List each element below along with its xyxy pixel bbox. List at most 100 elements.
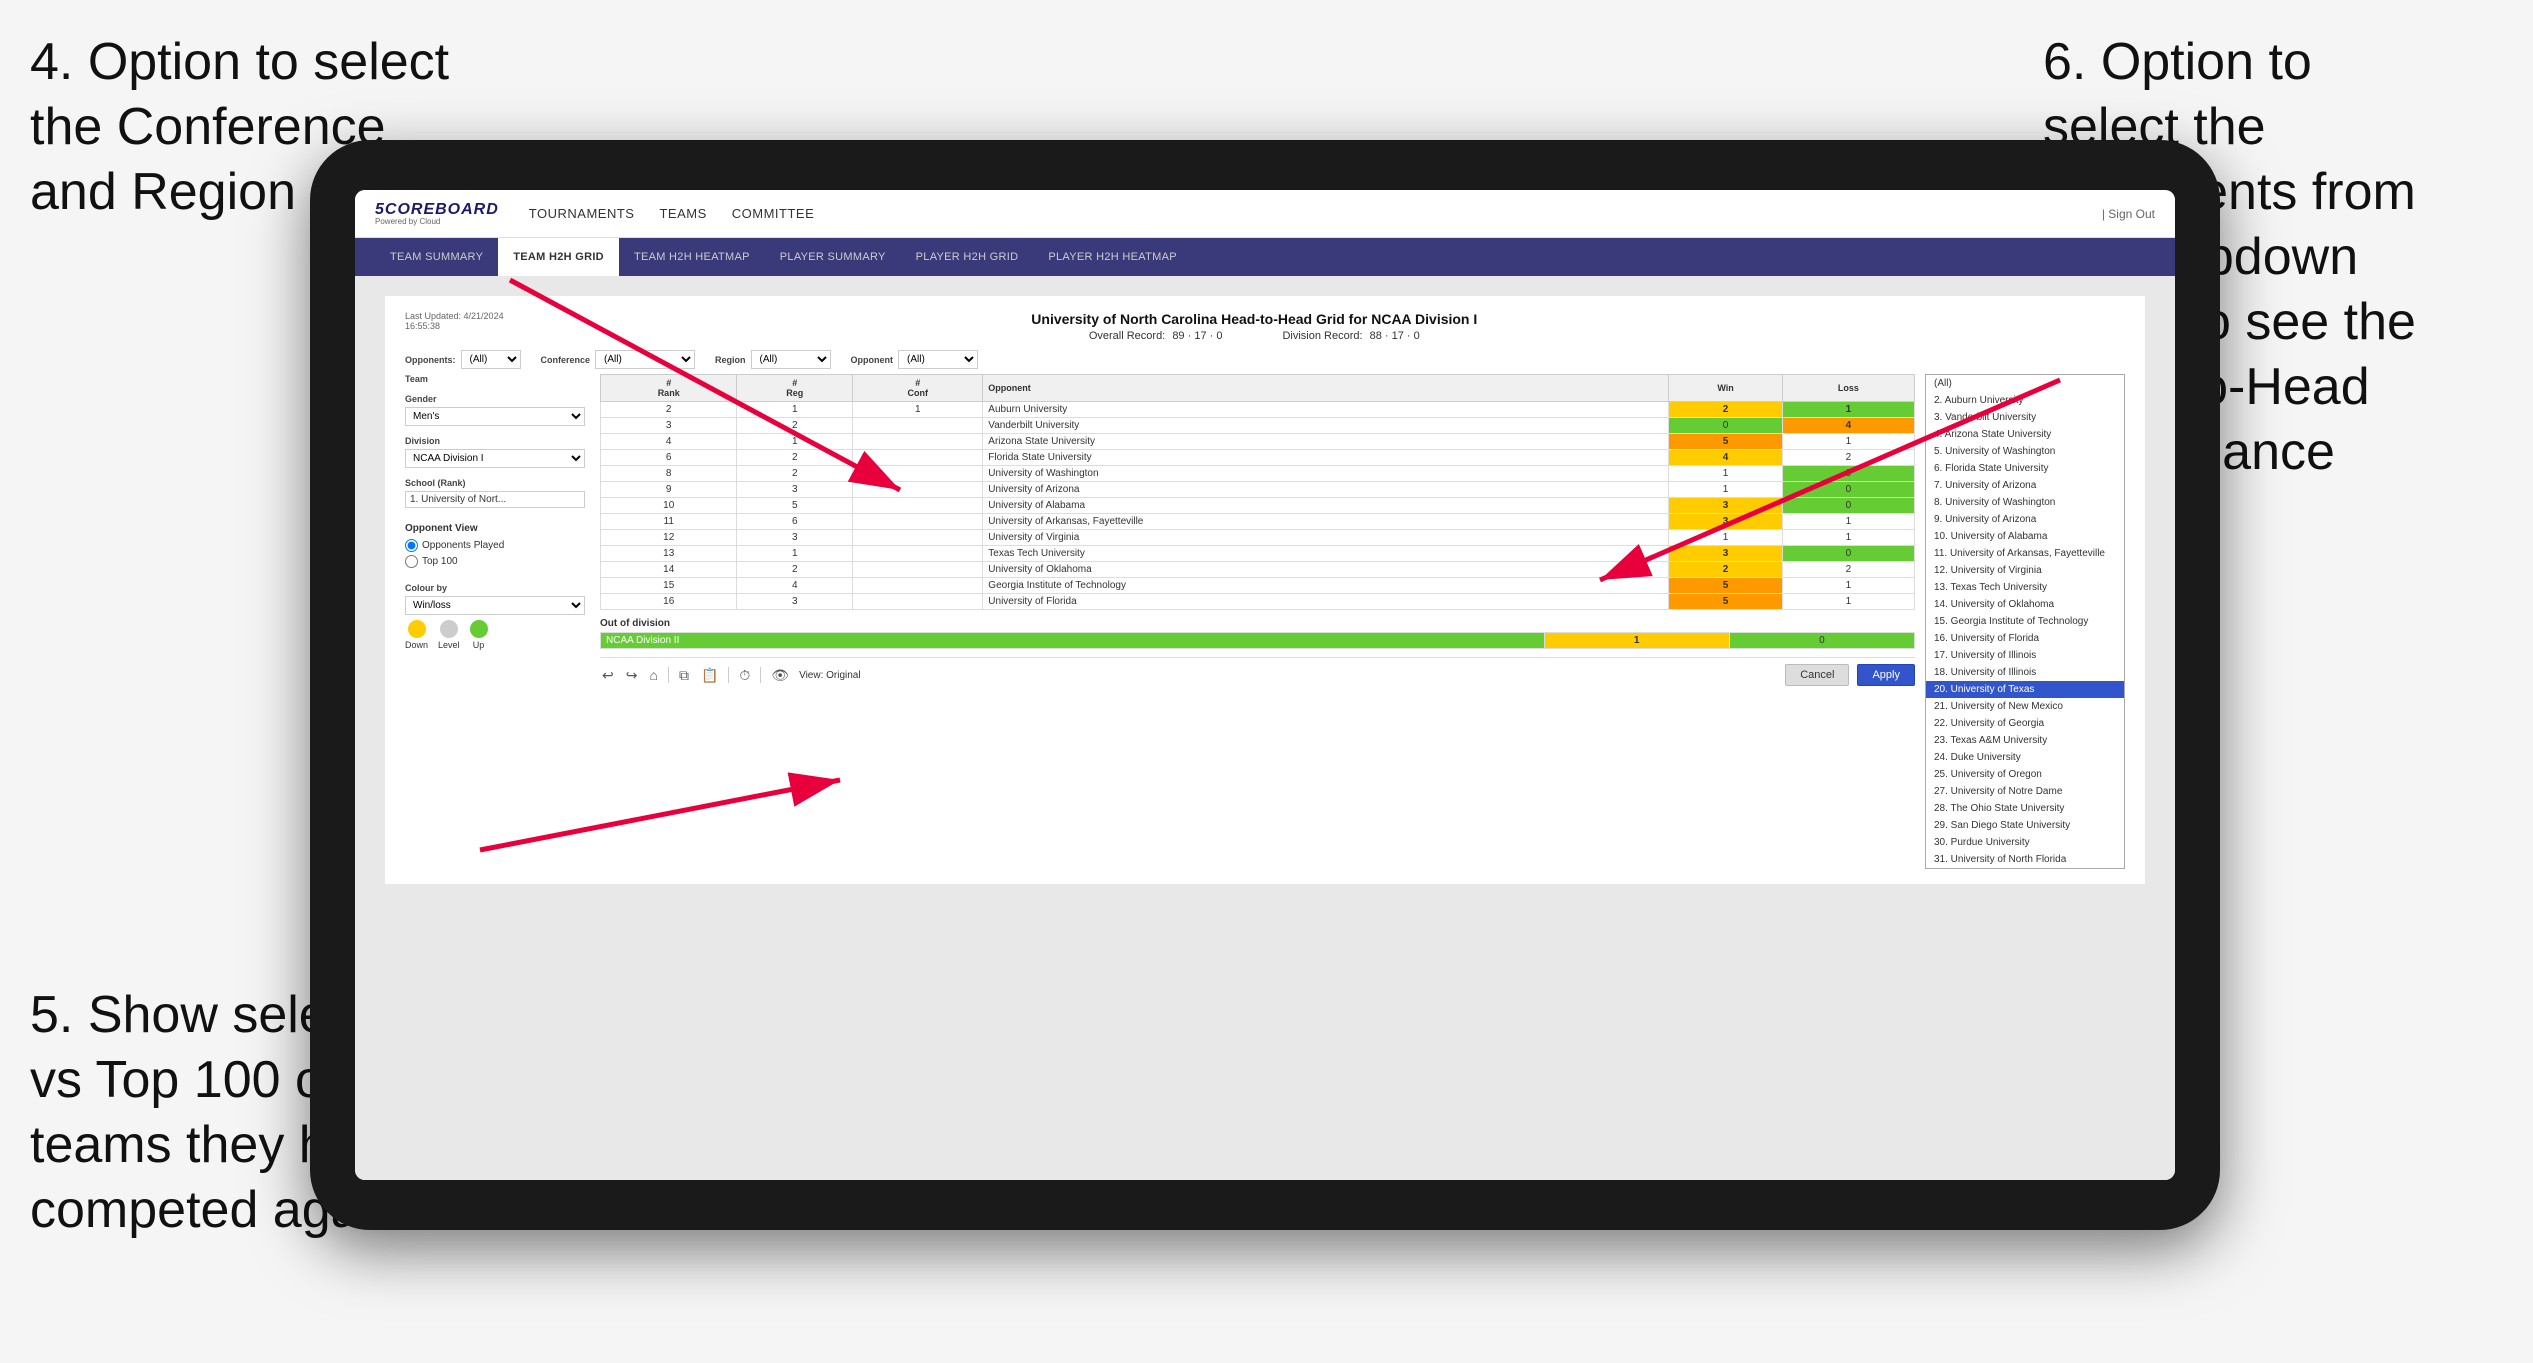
radio-top100[interactable]: Top 100 (405, 555, 585, 568)
data-table: #Rank #Reg #Conf Opponent Win Loss (600, 374, 1915, 610)
sidebar-division-section: Division NCAA Division I (405, 436, 585, 468)
table-row: 163University of Florida51 (601, 594, 1915, 610)
tablet-screen: 5COREBOARD Powered by Cloud TOURNAMENTS … (355, 190, 2175, 1180)
dropdown-item[interactable]: 13. Texas Tech University (1926, 579, 2124, 596)
report-meta: Last Updated: 4/21/2024 16:55:38 (405, 311, 504, 331)
table-header-row: #Rank #Reg #Conf Opponent Win Loss (601, 375, 1915, 402)
nav-signout[interactable]: | Sign Out (2102, 207, 2155, 221)
table-head: #Rank #Reg #Conf Opponent Win Loss (601, 375, 1915, 402)
toolbar-paste[interactable]: 📋 (699, 665, 720, 686)
out-division-table: NCAA Division II 1 0 (600, 632, 1915, 649)
subnav-player-summary[interactable]: PLAYER SUMMARY (765, 238, 901, 276)
subnav-team-h2h-heatmap[interactable]: TEAM H2H HEATMAP (619, 238, 765, 276)
dropdown-item[interactable]: 16. University of Florida (1926, 630, 2124, 647)
gender-select[interactable]: Men's (405, 407, 585, 426)
opponents-select[interactable]: (All) (461, 350, 521, 369)
cancel-button[interactable]: Cancel (1785, 664, 1849, 686)
subnav-team-h2h-grid[interactable]: TEAM H2H GRID (498, 238, 619, 276)
opponent-view-section: Opponent View Opponents Played Top 100 (405, 523, 585, 568)
dropdown-item[interactable]: (All) (1926, 375, 2124, 392)
col-loss: Loss (1782, 375, 1914, 402)
dropdown-item[interactable]: 30. Purdue University (1926, 834, 2124, 851)
dropdown-item[interactable]: 9. University of Arizona (1926, 511, 2124, 528)
dropdown-item[interactable]: 7. University of Arizona (1926, 477, 2124, 494)
dropdown-item[interactable]: 20. University of Texas (1926, 681, 2124, 698)
legend-down-label: Down (405, 640, 428, 650)
col-conf: #Conf (853, 375, 983, 402)
school-input[interactable] (405, 491, 585, 508)
toolbar-copy[interactable]: ⧉ (677, 665, 691, 686)
table-row: 123University of Virginia11 (601, 530, 1915, 546)
legend-up-label: Up (473, 640, 485, 650)
dropdown-item[interactable]: 22. University of Georgia (1926, 715, 2124, 732)
sidebar-team-label: Team (405, 374, 585, 384)
dropdown-item[interactable]: 27. University of Notre Dame (1926, 783, 2124, 800)
dropdown-item[interactable]: 4. Arizona State University (1926, 426, 2124, 443)
radio-top100-label: Top 100 (422, 556, 458, 567)
logo: 5COREBOARD Powered by Cloud (375, 202, 499, 226)
radio-opponents-played[interactable]: Opponents Played (405, 539, 585, 552)
dropdown-item[interactable]: 6. Florida State University (1926, 460, 2124, 477)
toolbar-view-icon[interactable]: 👁 (769, 665, 791, 686)
dropdown-item[interactable]: 23. Texas A&M University (1926, 732, 2124, 749)
colour-by-label: Colour by (405, 583, 585, 593)
subnav-player-h2h-heatmap[interactable]: PLAYER H2H HEATMAP (1033, 238, 1191, 276)
legend-down-circle (408, 620, 426, 638)
dropdown-item[interactable]: 3. Vanderbilt University (1926, 409, 2124, 426)
dropdown-item[interactable]: 18. University of Illinois (1926, 664, 2124, 681)
toolbar-view-label: View: Original (799, 670, 861, 681)
dropdown-item[interactable]: 21. University of New Mexico (1926, 698, 2124, 715)
dropdown-item[interactable]: 8. University of Washington (1926, 494, 2124, 511)
sidebar-school-label: School (Rank) (405, 478, 585, 488)
filters-row: Opponents: (All) Conference (All) Region… (405, 350, 2125, 369)
toolbar-sep3 (760, 667, 761, 683)
opponent-view-title: Opponent View (405, 523, 585, 534)
table-row: 32Vanderbilt University04 (601, 418, 1915, 434)
nav-tournaments[interactable]: TOURNAMENTS (529, 201, 635, 226)
logo-sub: Powered by Cloud (375, 218, 499, 226)
table-row: 62Florida State University42 (601, 450, 1915, 466)
table-row: 105University of Alabama30 (601, 498, 1915, 514)
dropdown-item[interactable]: 25. University of Oregon (1926, 766, 2124, 783)
nav-teams[interactable]: TEAMS (659, 201, 706, 226)
radio-opponents-played-input[interactable] (405, 539, 418, 552)
dropdown-item[interactable]: 11. University of Arkansas, Fayetteville (1926, 545, 2124, 562)
opponent-filter-select[interactable]: (All) (898, 350, 978, 369)
dropdown-item[interactable]: 10. University of Alabama (1926, 528, 2124, 545)
toolbar-undo[interactable]: ↩ (600, 665, 616, 686)
conference-select[interactable]: (All) (595, 350, 695, 369)
region-label: Region (715, 355, 746, 365)
region-select[interactable]: (All) (751, 350, 831, 369)
dropdown-item[interactable]: 29. San Diego State University (1926, 817, 2124, 834)
subnav-team-summary[interactable]: TEAM SUMMARY (375, 238, 498, 276)
dropdown-item[interactable]: 28. The Ohio State University (1926, 800, 2124, 817)
dropdown-item[interactable]: 14. University of Oklahoma (1926, 596, 2124, 613)
opponents-label: Opponents: (405, 355, 456, 365)
dropdown-item[interactable]: 17. University of Illinois (1926, 647, 2124, 664)
col-reg: #Reg (737, 375, 853, 402)
toolbar-clock[interactable]: ⏱ (737, 665, 752, 686)
main-content: Last Updated: 4/21/2024 16:55:38 Univers… (355, 276, 2175, 1180)
dropdown-item[interactable]: 24. Duke University (1926, 749, 2124, 766)
nav-committee[interactable]: COMMITTEE (732, 201, 815, 226)
radio-opponents-played-label: Opponents Played (422, 540, 504, 551)
dropdown-item[interactable]: 15. Georgia Institute of Technology (1926, 613, 2124, 630)
subnav-player-h2h-grid[interactable]: PLAYER H2H GRID (901, 238, 1034, 276)
radio-group: Opponents Played Top 100 (405, 539, 585, 568)
apply-button[interactable]: Apply (1857, 664, 1915, 686)
radio-top100-input[interactable] (405, 555, 418, 568)
colour-by-select[interactable]: Win/loss (405, 596, 585, 615)
opponent-dropdown[interactable]: (All)2. Auburn University3. Vanderbilt U… (1925, 374, 2125, 869)
toolbar-home[interactable]: ⌂ (647, 665, 659, 685)
dropdown-item[interactable]: 31. University of North Florida (1926, 851, 2124, 868)
dropdown-item[interactable]: 12. University of Virginia (1926, 562, 2124, 579)
toolbar-sep1 (668, 667, 669, 683)
dropdown-item[interactable]: 5. University of Washington (1926, 443, 2124, 460)
sidebar-school-section: School (Rank) (405, 478, 585, 508)
out-division-title: Out of division (600, 618, 1915, 629)
toolbar-redo[interactable]: ↪ (624, 665, 640, 686)
legend-down: Down (405, 620, 428, 650)
dropdown-item[interactable]: 2. Auburn University (1926, 392, 2124, 409)
division-select[interactable]: NCAA Division I (405, 449, 585, 468)
report-title-text: University of North Carolina Head-to-Hea… (504, 311, 2005, 327)
